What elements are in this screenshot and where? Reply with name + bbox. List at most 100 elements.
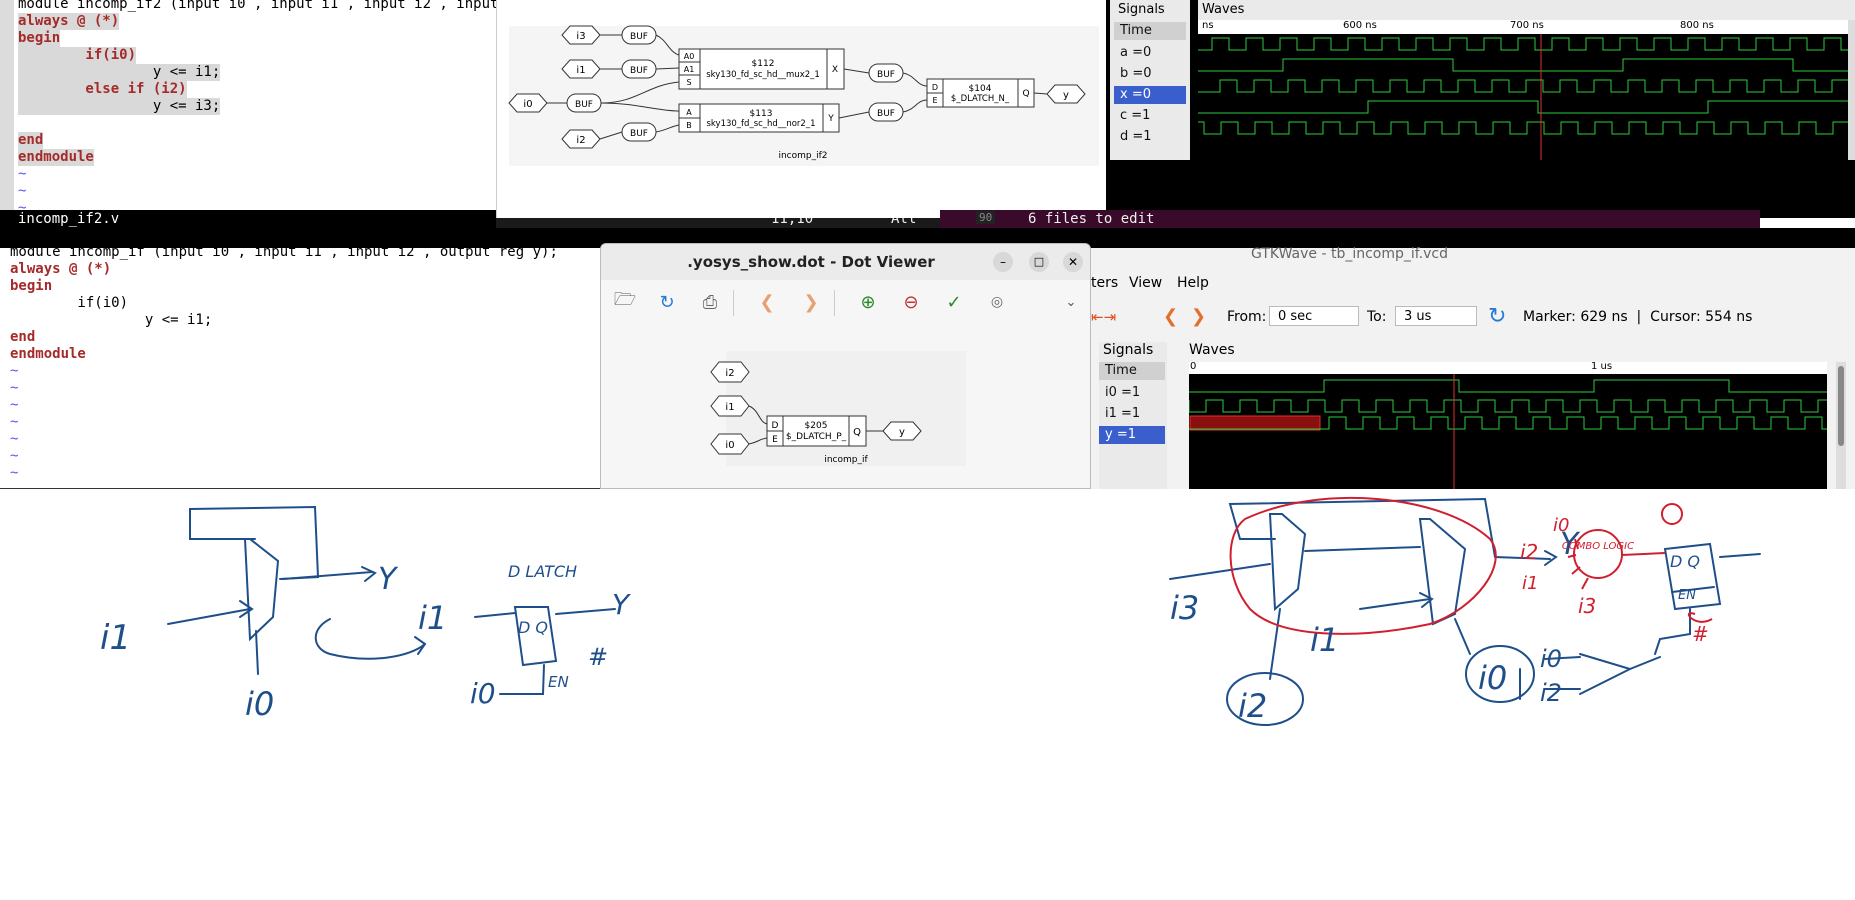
- back-icon[interactable]: ❮: [753, 288, 781, 316]
- signal-row[interactable]: b =0: [1114, 65, 1186, 83]
- to-input[interactable]: [1395, 306, 1477, 326]
- latch-out-port: Q: [1022, 89, 1029, 99]
- code-line: endmodule: [18, 149, 94, 166]
- marker-cursor-readout: Marker: 629 ns | Cursor: 554 ns: [1523, 309, 1753, 325]
- empty-line-marker: ~: [18, 183, 27, 199]
- waveform-area[interactable]: 0 1 us: [1189, 362, 1827, 489]
- next-edge-icon[interactable]: ❯: [1191, 306, 1206, 327]
- code-line: else if (i2): [18, 81, 187, 98]
- comb-logic-label: COMBO LOGIC: [1562, 541, 1634, 552]
- nor-cell-name: sky130_fd_sc_hd__nor2_1: [707, 119, 816, 129]
- label-dlatch: D LATCH: [508, 562, 577, 581]
- buf-label: BUF: [575, 100, 593, 110]
- code-line: y <= i1;: [18, 64, 221, 81]
- latch-port-d: D: [772, 421, 779, 431]
- vertical-scrollbar[interactable]: [1848, 20, 1855, 160]
- close-button[interactable]: ✕: [1063, 252, 1083, 272]
- input-label-i0: i0: [725, 440, 734, 451]
- code-line: module incomp_if (input i0 , input i1 , …: [10, 244, 558, 260]
- label-i1: i1: [1310, 621, 1339, 659]
- dot-graph-svg: i3 i1 i0 i2 BUF BUF BUF BUF A0 A1 S $112…: [508, 25, 1099, 166]
- signal-row[interactable]: a =0: [1114, 44, 1186, 62]
- signal-trace: [1198, 100, 1848, 114]
- time-row[interactable]: Time: [1099, 362, 1165, 380]
- signal-row[interactable]: i0 =1: [1099, 384, 1165, 402]
- code-line: y <= i3;: [18, 98, 221, 115]
- open-icon[interactable]: 🗁: [611, 288, 639, 316]
- empty-line-marker: ~: [10, 380, 19, 396]
- latch-cell-name: $_DLATCH_N_: [951, 94, 1010, 104]
- empty-line-marker: ~: [10, 448, 19, 464]
- buf-label: BUF: [630, 32, 648, 42]
- forward-icon[interactable]: ❯: [797, 288, 825, 316]
- toolbar: 🗁 ↻ ⎙ ❮ ❯ ⊕ ⊖ ✓ ◎ ⌄: [601, 280, 1090, 324]
- menubar: ters View Help: [1091, 272, 1855, 296]
- print-icon[interactable]: ⎙: [696, 288, 724, 316]
- buf-label: BUF: [877, 70, 895, 80]
- status-filename: incomp_if2.v: [18, 211, 120, 227]
- waveform-area[interactable]: ns 600 ns 700 ns 800 ns: [1198, 20, 1848, 160]
- editor-left-gutter: [0, 0, 14, 213]
- chevron-down-icon[interactable]: ⌄: [1057, 288, 1085, 316]
- reload-icon[interactable]: ↻: [653, 288, 681, 316]
- menu-help[interactable]: Help: [1177, 275, 1209, 291]
- titlebar: .yosys_show.dot - Dot Viewer – □ ✕: [601, 244, 1090, 280]
- gtkwave-window-top: Signals Time a =0 b =0 x =0 c =1 d =1 Waves …: [1106, 0, 1855, 218]
- zoom-out-icon[interactable]: ⊖: [897, 288, 925, 316]
- label-dq: D Q: [518, 618, 548, 637]
- mux-port-a0: A0: [684, 52, 695, 61]
- label-i0: i0: [245, 685, 274, 723]
- label-i1-latch: i1: [418, 599, 447, 637]
- minimize-button[interactable]: –: [993, 252, 1013, 272]
- latch-port-d: D: [932, 83, 938, 92]
- dot-viewer-graph[interactable]: i2 i1 i0 D E $205 $_DLATCH_P_ Q y incomp…: [601, 324, 1090, 489]
- buf-label: BUF: [630, 129, 648, 139]
- latch-id: $104: [969, 84, 992, 94]
- zoom-100-icon[interactable]: ◎: [983, 288, 1011, 316]
- signal-row[interactable]: y =1: [1099, 426, 1165, 444]
- label-dq: D Q: [1670, 552, 1700, 571]
- terminal-strip: 90 6 files to edit: [940, 210, 1760, 228]
- waves-header: Waves: [1198, 0, 1855, 20]
- terminal-text: 6 files to edit: [1028, 211, 1155, 227]
- signal-row[interactable]: i1 =1: [1099, 405, 1165, 423]
- signal-trace: [1198, 37, 1848, 51]
- latch-port-e: E: [772, 435, 778, 445]
- red-label-i3: i3: [1578, 594, 1596, 618]
- vertical-scrollbar[interactable]: [1836, 362, 1846, 489]
- editor-incomp-if[interactable]: module incomp_if (input i0 , input i1 , …: [0, 244, 600, 489]
- menu-filters[interactable]: ters: [1091, 275, 1118, 291]
- signal-row[interactable]: x =0: [1114, 86, 1186, 104]
- code-line: begin: [10, 278, 53, 294]
- label-y-latch: Y: [612, 588, 631, 621]
- zoom-fit-icon[interactable]: ✓: [940, 288, 968, 316]
- label-hash: #: [588, 643, 608, 671]
- prev-edge-icon[interactable]: ❮: [1163, 306, 1178, 327]
- graph-caption: incomp_if: [824, 455, 868, 465]
- signals-title: Signals: [1103, 342, 1154, 358]
- signal-trace: [1198, 121, 1848, 135]
- mux-out-port: X: [832, 65, 838, 75]
- output-label-y: y: [1063, 90, 1069, 101]
- label-en: EN: [1678, 588, 1696, 603]
- from-input[interactable]: [1269, 306, 1359, 326]
- signal-row[interactable]: d =1: [1114, 128, 1186, 146]
- output-label-y: y: [899, 427, 905, 438]
- menu-view[interactable]: View: [1129, 275, 1162, 291]
- editor-incomp-if2[interactable]: module incomp_if2 (input i0 , input i1 ,…: [0, 0, 541, 228]
- maximize-button[interactable]: □: [1029, 252, 1049, 272]
- zoom-in-icon[interactable]: ⊕: [854, 288, 882, 316]
- signal-trace: [1198, 58, 1848, 72]
- buf-label: BUF: [630, 66, 648, 76]
- nor-port-b: B: [686, 121, 692, 130]
- code-line: always @ (*): [10, 261, 112, 277]
- zoom-left-icon[interactable]: ⇤⇥: [1091, 308, 1116, 326]
- reload-icon[interactable]: ↻: [1488, 304, 1506, 329]
- code-line: if(i0): [18, 47, 137, 64]
- terminal-badge: 90: [976, 211, 996, 224]
- time-row[interactable]: Time: [1114, 22, 1186, 40]
- signals-title: Signals: [1118, 2, 1165, 17]
- scrollbar-thumb[interactable]: [1838, 366, 1844, 446]
- label-ri0: i0: [1540, 645, 1562, 673]
- signal-row[interactable]: c =1: [1114, 107, 1186, 125]
